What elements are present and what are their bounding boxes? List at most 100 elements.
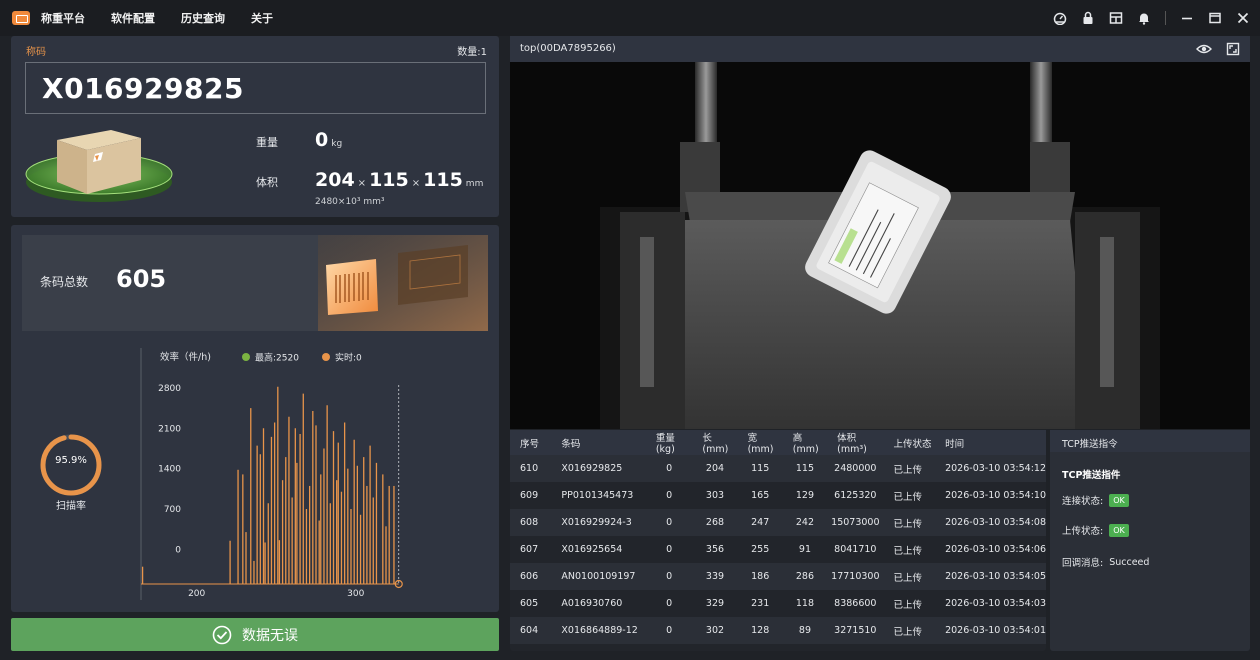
volume-value: 2480×10³ mm³ — [315, 197, 385, 207]
height-value: 115 — [423, 169, 463, 191]
cell-width: 115 — [751, 463, 770, 474]
eye-icon[interactable] — [1196, 41, 1212, 60]
barcode-total-value: 605 — [116, 265, 167, 293]
col-header-height[interactable]: 高(mm) — [783, 430, 827, 455]
title-bar: 称重平台 软件配置 历史查询 关于 — [0, 0, 1260, 36]
minimize-icon[interactable] — [1180, 11, 1194, 25]
menu-history-query[interactable]: 历史查询 — [181, 10, 225, 26]
col-header-width[interactable]: 宽(mm) — [738, 430, 783, 455]
cell-upload-status: 已上传 — [893, 545, 923, 557]
legend-swatch — [242, 353, 250, 361]
scan-rate-value: 95.9% — [55, 455, 87, 466]
table-row[interactable]: 608 X016929924-3 0 268 247 242 15073000 已上传 2026… — [510, 509, 1046, 536]
cell-barcode: X016864889-12 — [561, 625, 638, 636]
cell-volume: 8386600 — [834, 598, 877, 609]
cell-time: 2026-03-10 03:54:06 — [945, 544, 1046, 555]
cell-barcode: X016929825 — [561, 463, 623, 474]
y-tick-label: 1400 — [158, 465, 181, 475]
fullscreen-icon[interactable] — [1226, 41, 1240, 60]
callback-message-row: 回调消息: Succeed — [1062, 555, 1149, 570]
menu-software-config[interactable]: 软件配置 — [111, 10, 155, 26]
cell-length: 268 — [705, 517, 725, 528]
legend-swatch — [322, 353, 330, 361]
col-header-upload-status[interactable]: 上传状态 — [884, 430, 936, 455]
menu-about[interactable]: 关于 — [251, 10, 273, 26]
x-tick-label: 300 — [347, 589, 364, 599]
cell-width: 255 — [751, 544, 770, 555]
barcode-total-card: 条码总数 605 — [22, 235, 488, 331]
cell-index: 605 — [520, 598, 539, 609]
cell-index: 604 — [520, 625, 539, 636]
cell-weight: 0 — [666, 544, 673, 555]
dimension-unit: mm — [465, 179, 484, 189]
cell-length: 339 — [705, 571, 725, 582]
quantity-count: 数量:1 — [457, 47, 487, 58]
cell-length: 302 — [705, 625, 725, 636]
menu-weighing-platform[interactable]: 称重平台 — [41, 10, 85, 26]
upload-status-row: 上传状态: OK — [1062, 523, 1129, 537]
upload-status-label: 上传状态: — [1062, 526, 1104, 537]
cell-weight: 0 — [666, 598, 673, 609]
dashboard-icon[interactable] — [1053, 11, 1067, 25]
cell-weight: 0 — [666, 571, 673, 582]
table-row[interactable]: 606 AN0100109197 0 339 186 286 17710300 已上传 2026… — [510, 563, 1046, 590]
cell-weight: 0 — [666, 490, 673, 501]
legend-label: 实时:0 — [335, 352, 362, 364]
col-header-weight[interactable]: 重量(kg) — [646, 430, 693, 455]
width-value: 115 — [369, 169, 409, 191]
cell-barcode: PP0101345473 — [561, 490, 634, 501]
cell-width: 231 — [751, 598, 770, 609]
table-row[interactable]: 610 X016929825 0 204 115 115 2480000 已上传 2026-03… — [510, 455, 1046, 482]
close-icon[interactable] — [1236, 11, 1250, 25]
camera-feed-image — [510, 62, 1250, 429]
scan-rate-label: 扫描率 — [56, 501, 86, 512]
app-logo-icon — [12, 11, 30, 25]
dimensions-readout: 204 × 115 × 115 mm — [315, 169, 483, 191]
table-row[interactable]: 604 X016864889-12 0 302 128 89 3271510 已上传 2026-… — [510, 617, 1046, 644]
cell-height: 286 — [795, 571, 815, 582]
layout-icon[interactable] — [1109, 11, 1123, 25]
bell-icon[interactable] — [1137, 11, 1151, 25]
chart-title: 效率（件/h) — [160, 351, 211, 363]
table-row[interactable]: 605 A016930760 0 329 231 118 8386600 已上传 2026-03… — [510, 590, 1046, 617]
cell-index: 608 — [520, 517, 539, 528]
cell-height: 115 — [795, 463, 815, 474]
col-header-volume[interactable]: 体积(mm³) — [827, 430, 883, 455]
cell-volume: 17710300 — [831, 571, 880, 582]
col-header-barcode[interactable]: 条码 — [551, 430, 645, 455]
cell-barcode: X016929924-3 — [561, 517, 632, 528]
efficiency-chart: 效率（件/h) 最高:2520 实时:0 2800 2100 1400 700 0 200 300 — [140, 348, 403, 600]
camera-title: top(00DA7895266) — [520, 43, 616, 54]
data-ok-button[interactable]: 数据无误 — [11, 618, 499, 651]
table-header-row: 序号 条码 重量(kg) 长(mm) 宽(mm) 高(mm) 体积(mm³) 上… — [510, 430, 1046, 455]
y-tick-label: 2800 — [158, 384, 181, 394]
maximize-icon[interactable] — [1208, 11, 1222, 25]
table-row[interactable]: 607 X016925654 0 356 255 91 8041710 已上传 2026-03-… — [510, 536, 1046, 563]
records-table: 序号 条码 重量(kg) 长(mm) 宽(mm) 高(mm) 体积(mm³) 上… — [510, 430, 1046, 644]
weight-label: 重量 — [256, 136, 278, 149]
col-header-index[interactable]: 序号 — [510, 430, 551, 455]
cell-height: 91 — [798, 544, 811, 555]
lock-icon[interactable] — [1081, 11, 1095, 25]
cell-index: 610 — [520, 463, 539, 474]
cell-length: 356 — [705, 544, 725, 555]
cell-upload-status: 已上传 — [893, 572, 923, 584]
cell-index: 606 — [520, 571, 539, 582]
stats-panel: 条码总数 605 95.9% 扫描率 效率（件/h) 最高:2520 实时:0 … — [11, 225, 499, 612]
cell-height: 242 — [795, 517, 815, 528]
cell-time: 2026-03-10 03:54:05 — [945, 571, 1046, 582]
cell-time: 2026-03-10 03:54:12 — [945, 463, 1046, 474]
y-tick-label: 2100 — [158, 424, 181, 434]
cell-barcode: X016925654 — [561, 544, 623, 555]
x-tick-label: 200 — [188, 589, 205, 599]
connection-status-row: 连接状态: OK — [1062, 493, 1129, 507]
cell-time: 2026-03-10 03:54:03 — [945, 598, 1046, 609]
col-header-time[interactable]: 时间 — [935, 430, 1046, 455]
col-header-length[interactable]: 长(mm) — [692, 430, 737, 455]
legend-label: 最高:2520 — [255, 352, 299, 364]
barcode-value: X016929825 — [42, 71, 244, 105]
barcode-display: X016929825 — [25, 62, 486, 114]
cell-width: 165 — [751, 490, 770, 501]
length-value: 204 — [315, 169, 355, 191]
table-row[interactable]: 609 PP0101345473 0 303 165 129 6125320 已上传 2026-… — [510, 482, 1046, 509]
